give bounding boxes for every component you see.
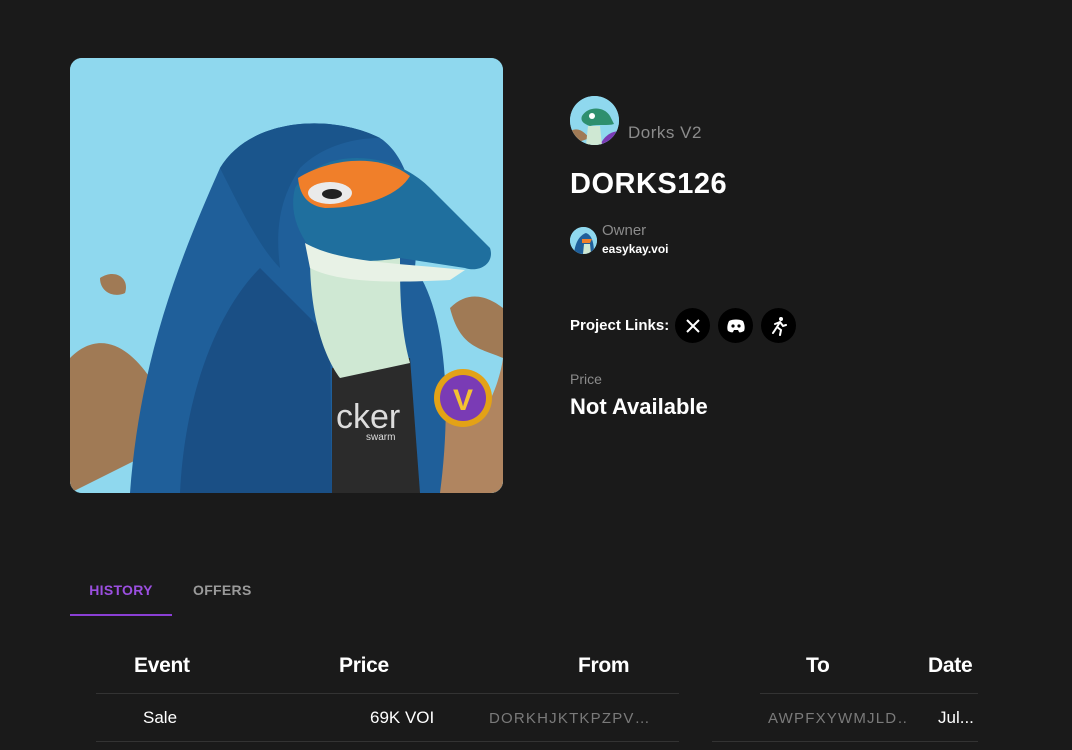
coin-letter: V bbox=[453, 384, 473, 417]
owner-label: Owner bbox=[602, 222, 647, 239]
cell-from-address[interactable]: DORKHJKTKPZPV… bbox=[489, 710, 653, 727]
x-link-button[interactable] bbox=[675, 308, 711, 343]
nft-image: cker swarm V bbox=[70, 58, 503, 493]
price-label: Price bbox=[570, 371, 602, 387]
active-tab-indicator bbox=[70, 614, 172, 616]
project-links-label: Project Links: bbox=[570, 317, 670, 334]
owner-name[interactable]: easykay.voi bbox=[602, 240, 669, 258]
owner-info: Owner easykay.voi bbox=[570, 222, 669, 258]
collection-name[interactable]: Dorks V2 bbox=[628, 123, 702, 143]
cell-date: Jul... bbox=[938, 708, 974, 727]
collection-avatar[interactable] bbox=[570, 96, 619, 145]
nautilus-icon bbox=[771, 316, 787, 336]
nft-title: DORKS126 bbox=[570, 168, 728, 200]
header-date: Date bbox=[928, 654, 973, 677]
header-to: To bbox=[806, 654, 830, 677]
tab-history[interactable]: HISTORY bbox=[70, 582, 172, 598]
cell-event: Sale bbox=[143, 708, 178, 727]
shirt-subtext: swarm bbox=[366, 432, 395, 443]
project-links: Project Links: bbox=[570, 308, 804, 343]
header-price: Price bbox=[339, 654, 389, 677]
discord-icon bbox=[727, 319, 745, 332]
collection-header[interactable]: Dorks V2 bbox=[570, 96, 702, 145]
cell-price: 69K VOI bbox=[370, 708, 435, 727]
cell-to-address[interactable]: AWPFXYWMJLD… bbox=[768, 710, 908, 727]
table-header-divider bbox=[96, 693, 679, 694]
header-from: From bbox=[578, 654, 630, 677]
tab-offers[interactable]: OFFERS bbox=[193, 582, 252, 598]
table-row-divider bbox=[712, 741, 978, 742]
discord-link-button[interactable] bbox=[718, 308, 754, 343]
header-event: Event bbox=[134, 654, 190, 677]
x-icon bbox=[685, 318, 700, 333]
table-header-divider bbox=[760, 693, 978, 694]
table-row-divider bbox=[96, 741, 679, 742]
owner-avatar[interactable] bbox=[570, 226, 597, 254]
price-value: Not Available bbox=[570, 394, 708, 419]
nautilus-link-button[interactable] bbox=[761, 308, 797, 343]
shirt-text: cker bbox=[336, 398, 400, 436]
